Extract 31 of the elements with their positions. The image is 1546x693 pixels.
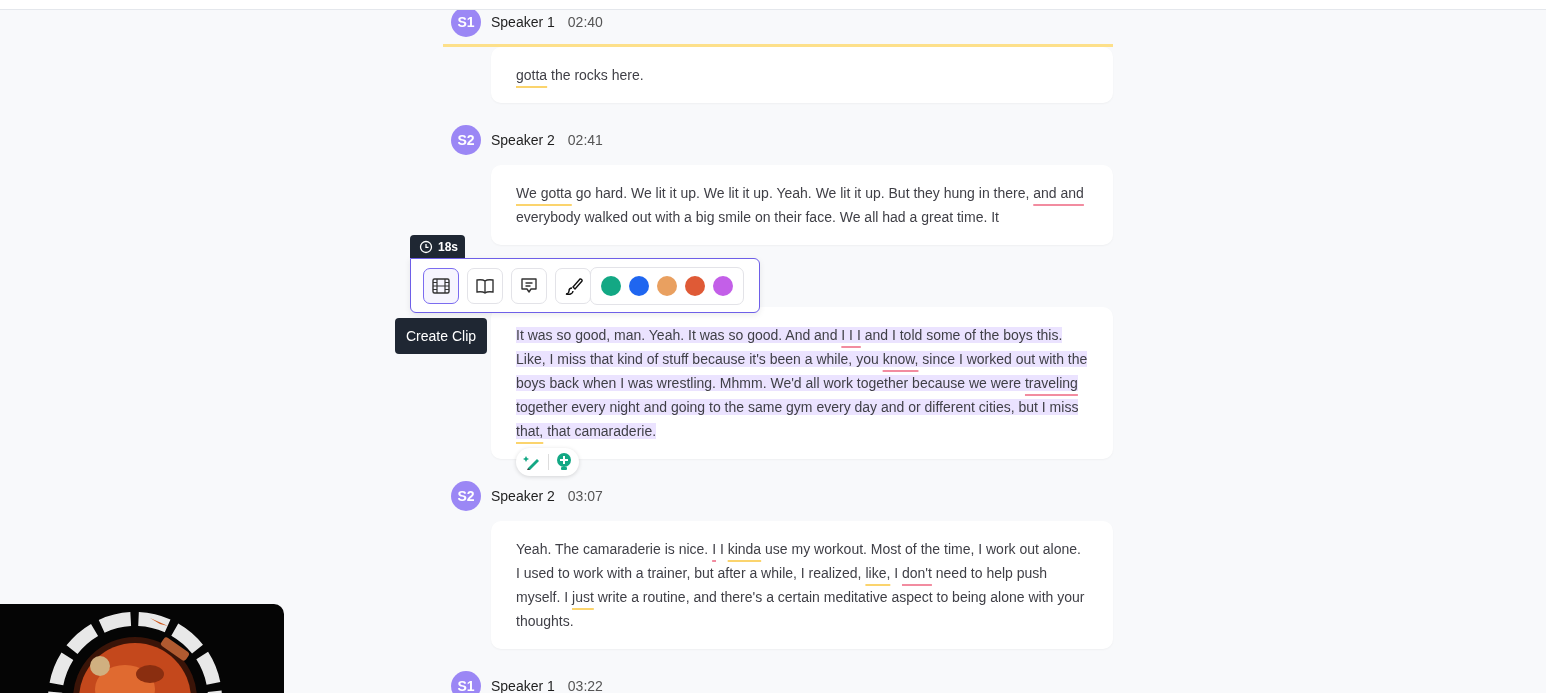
transcript-text: We gotta go hard. We lit it up. We lit it up. Yeah. We lit it up. But they hung in there, and and everybody walked out with a big smile on their face. We all had a great time. It (516, 184, 1085, 227)
speaker-name: Speaker 1 (491, 678, 555, 693)
duration-badge: 18s (410, 235, 466, 258)
speaker-avatar: S2 (451, 481, 481, 511)
color-swatch[interactable] (629, 275, 649, 296)
color-swatch[interactable] (713, 275, 733, 296)
color-swatch[interactable] (685, 275, 705, 296)
speaker-name: Speaker 2 (491, 132, 555, 148)
clip-tool-button[interactable] (423, 267, 459, 304)
comment-tool-button[interactable] (511, 267, 547, 304)
color-swatch[interactable] (601, 275, 621, 296)
speaker-name: Speaker 1 (491, 14, 555, 30)
brush-icon (563, 275, 583, 296)
timestamp: 03:22 (567, 678, 603, 693)
brush-tool-button[interactable] (555, 267, 591, 304)
timestamp: 02:40 (567, 14, 603, 30)
speaker-name: Speaker 2 (491, 488, 555, 504)
tooltip: Create Clip (395, 318, 488, 354)
transcript-text: gotta the rocks here. (516, 66, 645, 85)
timestamp: 03:07 (567, 488, 603, 504)
speaker-avatar: S2 (451, 125, 481, 155)
insight-button[interactable] (555, 452, 573, 472)
color-swatch[interactable] (657, 275, 677, 296)
film-icon (431, 275, 451, 296)
lightbulb-icon (555, 452, 573, 472)
transcript-text: It was so good, man. Yeah. It was so good. And and I I I and I told some of the boys this. Like, I miss that kind of stuff because it's been a while, you know, since I worked out with the boys back when I was wrestling. Mhmm. We'd all work together because we were traveling together every night and going to the same gym every day and or different cities, but I miss that, that camaraderie. (516, 326, 1088, 441)
speaker-avatar: S1 (451, 671, 481, 693)
transcript-text: Yeah. The camaraderie is nice. I I kinda use my workout. Most of the time, I work out alone. I used to work with a trainer, but after a while, I realized, like, I don't need to help push myself. I just write a routine, and there's a certain meditative aspect to being alone with your thoughts. (516, 540, 1086, 631)
clock-icon (419, 239, 433, 254)
timestamp: 02:41 (567, 132, 603, 148)
book-tool-button[interactable] (467, 267, 503, 304)
